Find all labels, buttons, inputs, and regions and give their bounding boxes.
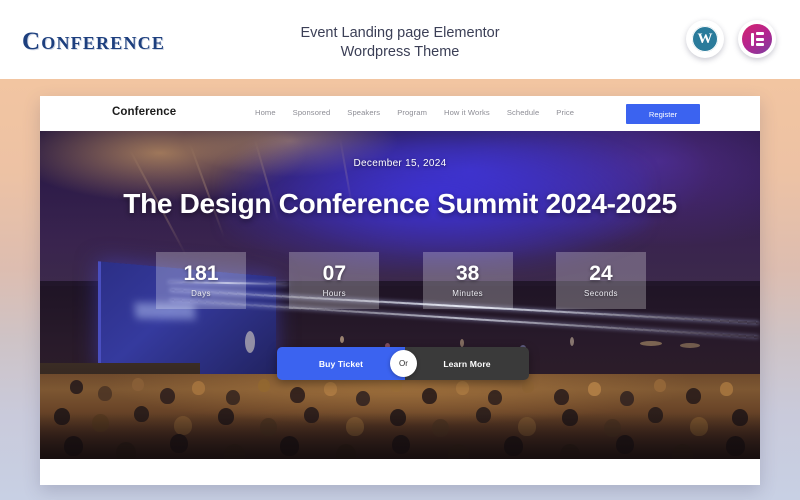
countdown-days-value: 181 [183,262,219,285]
countdown-timer: 181 Days 07 Hours 38 Minutes 24 Seconds [156,252,646,309]
nav-item-speakers[interactable]: Speakers [347,108,380,117]
nav-links: Home Sponsored Speakers Program How it W… [255,108,574,117]
page-title-line-2: Wordpress Theme [340,44,460,60]
countdown-hours-label: Hours [322,289,346,298]
countdown-seconds-label: Seconds [584,289,618,298]
hero-title: The Design Conference Summit 2024-2025 [123,188,677,219]
hero-cta-group: Buy Ticket Learn More Or [277,347,529,380]
hero-section: December 15, 2024 The Design Conference … [40,131,760,459]
countdown-days-label: Days [191,289,211,298]
page-title-line-1: Event Landing page Elementor [300,25,500,41]
cta-or-divider: Or [390,350,417,377]
nav-item-price[interactable]: Price [556,108,574,117]
countdown-seconds: 24 Seconds [555,252,646,309]
buy-ticket-button[interactable]: Buy Ticket [277,347,405,380]
nav-item-sponsored[interactable]: Sponsored [293,108,331,117]
preview-footer-strip [40,459,760,485]
countdown-minutes-label: Minutes [452,289,484,298]
site-logo[interactable]: Conference [112,106,176,118]
page-title: Event Landing page Elementor Wordpress T… [0,24,800,62]
register-button[interactable]: Register [626,104,700,124]
elementor-icon [742,24,772,54]
countdown-hours: 07 Hours [289,252,380,309]
elementor-icon-bar-vertical [750,32,754,46]
countdown-hours-value: 07 [322,262,346,285]
wordpress-icon: W [690,24,720,54]
page-header: Conference Event Landing page Elementor … [0,0,800,79]
hero-date: December 15, 2024 [353,158,447,169]
nav-item-home[interactable]: Home [255,108,276,117]
theme-preview-frame: Conference Home Sponsored Speakers Progr… [40,96,760,485]
nav-item-schedule[interactable]: Schedule [507,108,539,117]
countdown-seconds-value: 24 [589,262,613,285]
nav-item-how-it-works[interactable]: How it Works [444,108,490,117]
audience-crowd [40,374,760,459]
countdown-minutes-value: 38 [455,262,480,285]
learn-more-button[interactable]: Learn More [405,347,529,380]
platform-badges: W [686,20,776,58]
nav-item-program[interactable]: Program [397,108,427,117]
elementor-badge[interactable] [738,20,776,58]
elementor-icon-bars-horizontal [755,32,764,46]
countdown-minutes: 38 Minutes [422,252,513,309]
site-navbar: Conference Home Sponsored Speakers Progr… [40,96,760,131]
wordpress-badge[interactable]: W [686,20,724,58]
countdown-days: 181 Days [156,252,246,309]
wordpress-icon-letter: W [692,26,718,52]
